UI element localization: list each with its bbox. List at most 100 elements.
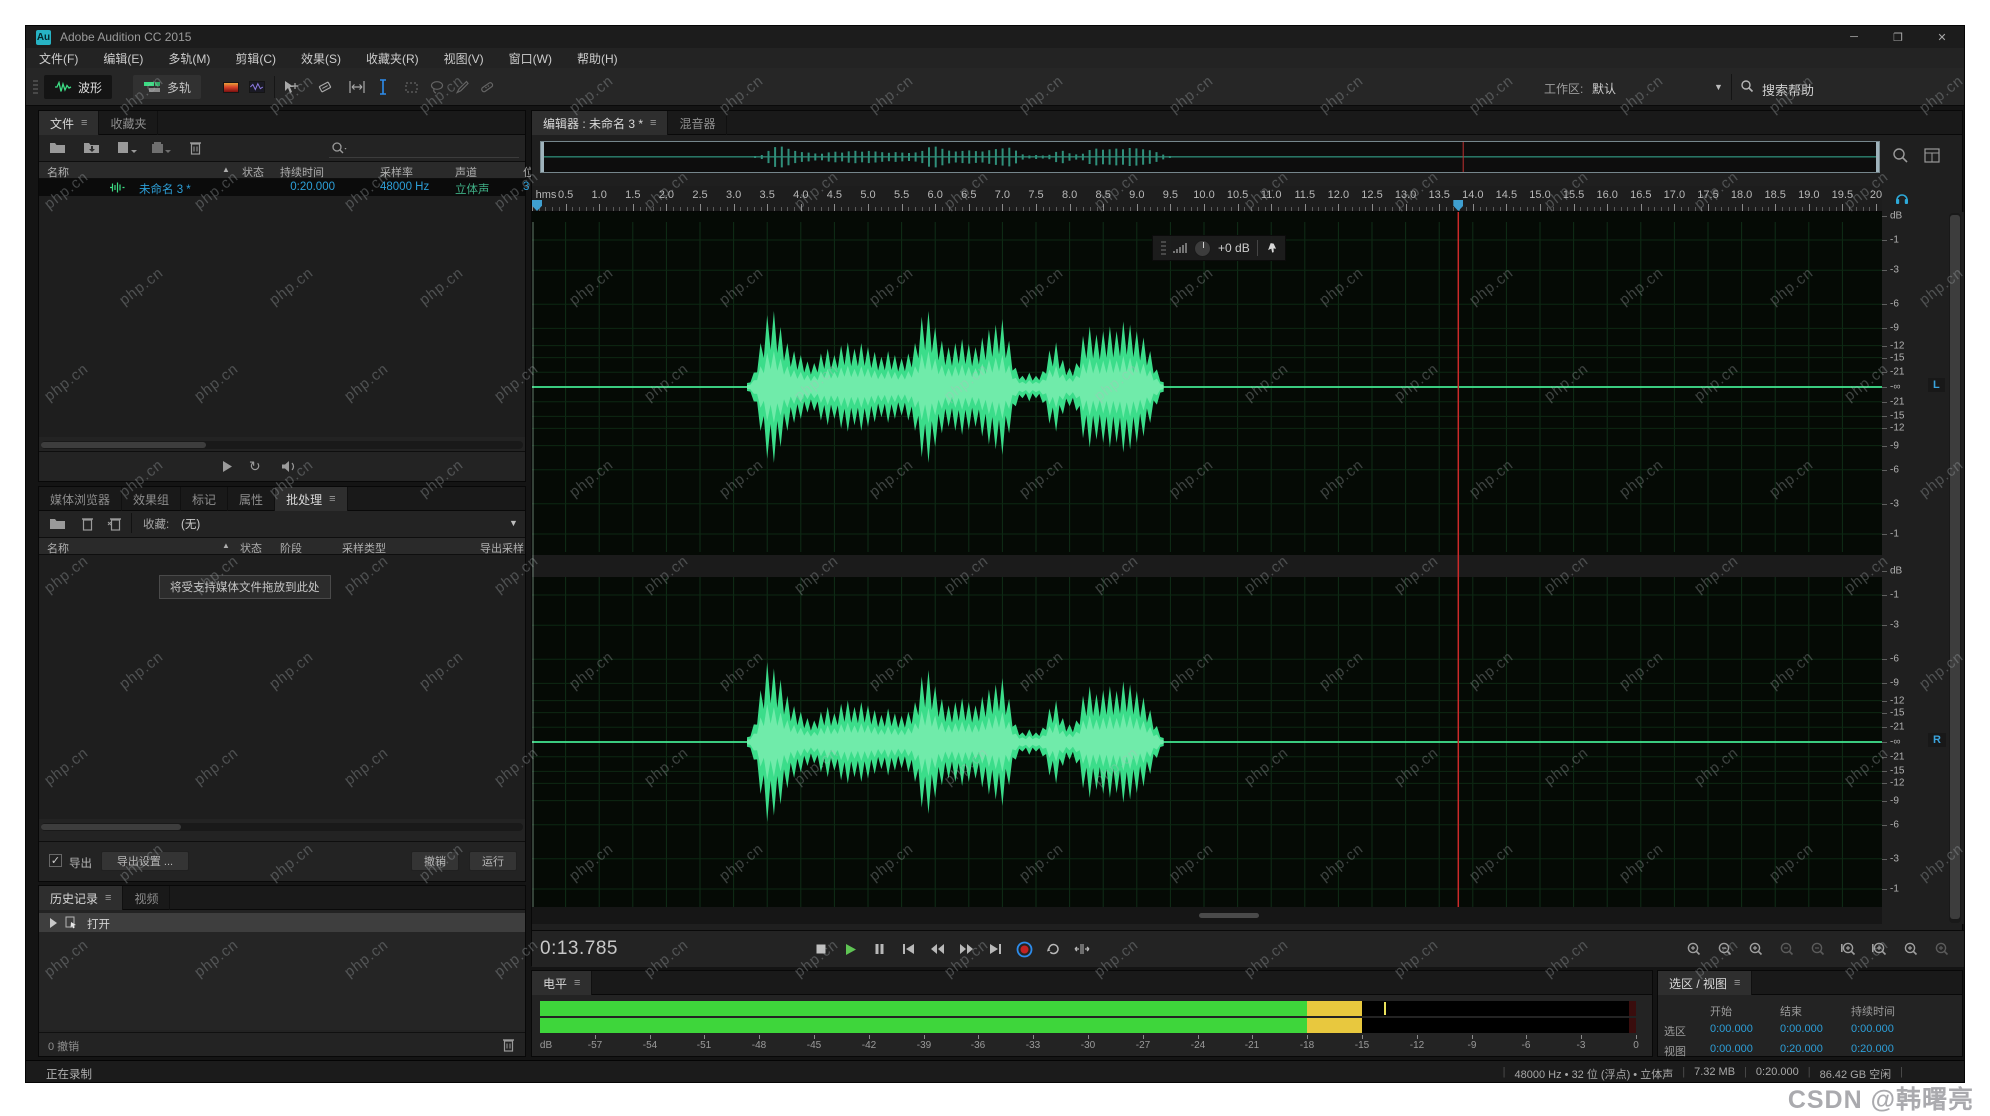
tab-video[interactable]: 视频 <box>123 886 170 910</box>
trash-icon[interactable] <box>189 140 202 155</box>
monitor-headphones-icon[interactable] <box>1894 191 1910 205</box>
menu-item-5[interactable]: 收藏夹(R) <box>366 50 419 67</box>
zoom-in-vertical[interactable] <box>1682 939 1704 959</box>
zoom-navigator-icon[interactable] <box>1892 147 1909 164</box>
tab-levels[interactable]: 电平≡ <box>532 971 592 995</box>
zoom-out-vertical[interactable] <box>1713 939 1735 959</box>
column-header-4[interactable]: 导出采样 <box>480 540 524 556</box>
razor-tool[interactable] <box>316 78 334 96</box>
loop-playback-button[interactable] <box>1042 939 1064 959</box>
file-row[interactable]: 未命名 3 * 0:20.000 48000 Hz 立体声 3 <box>39 179 525 196</box>
history-trash-icon[interactable] <box>502 1037 515 1052</box>
insert-multitrack-icon[interactable] <box>151 141 171 154</box>
favorite-dropdown-arrow[interactable]: ▼ <box>509 518 518 528</box>
column-header-0[interactable]: 名称 <box>47 164 69 180</box>
menu-item-1[interactable]: 编辑(E) <box>103 50 143 67</box>
batch-undo-button[interactable]: 撤销 <box>411 851 459 871</box>
batch-remove-icon[interactable] <box>81 516 94 531</box>
tab-markers[interactable]: 标记 <box>181 487 228 511</box>
history-entry-row[interactable]: 打开 <box>39 913 525 932</box>
overview-left-handle[interactable] <box>541 142 544 172</box>
panel-options-icon[interactable] <box>1924 148 1940 163</box>
batch-open-icon[interactable] <box>49 517 66 530</box>
column-header-3[interactable]: 采样率 <box>380 164 413 180</box>
channel-right-badge[interactable]: R <box>1928 733 1946 747</box>
open-file-icon[interactable] <box>49 141 66 154</box>
tab-editor[interactable]: 编辑器 : 未命名 3 *≡ <box>532 111 668 135</box>
menu-item-8[interactable]: 帮助(H) <box>577 50 618 67</box>
hud-pin-icon[interactable] <box>1265 242 1277 254</box>
help-search-icon[interactable] <box>1740 79 1754 93</box>
files-autoplay-icon[interactable] <box>281 460 297 473</box>
column-header-1[interactable]: 状态 <box>240 540 262 556</box>
files-hscrollbar[interactable] <box>41 441 523 449</box>
tab-effects-rack[interactable]: 效果组 <box>122 487 181 511</box>
menu-item-7[interactable]: 窗口(W) <box>509 50 552 67</box>
files-search-input[interactable] <box>329 157 519 158</box>
files-play-icon[interactable] <box>221 460 233 473</box>
column-header-0[interactable]: 名称 <box>47 540 69 556</box>
column-header-1[interactable]: 状态 <box>242 164 264 180</box>
zoom-to-selection[interactable] <box>1899 939 1921 959</box>
overview-strip[interactable] <box>540 141 1880 173</box>
channel-left-badge[interactable]: L <box>1928 378 1945 392</box>
tab-media-browser[interactable]: 媒体浏览器 <box>39 487 122 511</box>
export-settings-button[interactable]: 导出设置 ... <box>101 851 189 871</box>
batch-run-button[interactable]: 运行 <box>469 851 517 871</box>
time-selection-tool[interactable] <box>348 78 366 96</box>
maximize-button[interactable]: ❐ <box>1876 26 1920 48</box>
column-header-3[interactable]: 采样类型 <box>342 540 386 556</box>
playhead-start-caret[interactable] <box>532 200 542 211</box>
selview-panel-menu-icon[interactable]: ≡ <box>1734 977 1740 989</box>
sort-ascending-icon[interactable]: ▲ <box>222 165 230 174</box>
move-tool[interactable] <box>282 78 300 96</box>
tab-history[interactable]: 历史记录≡ <box>39 886 123 910</box>
panel-menu-icon[interactable]: ≡ <box>81 117 87 129</box>
gain-knob[interactable] <box>1194 240 1211 257</box>
playhead-caret[interactable] <box>1453 200 1463 211</box>
skip-to-start-button[interactable] <box>897 939 919 959</box>
batch-clear-all-icon[interactable] <box>107 516 123 531</box>
record-button[interactable] <box>1013 939 1035 959</box>
menu-item-0[interactable]: 文件(F) <box>39 50 78 67</box>
spectral-display-button[interactable] <box>222 78 240 96</box>
column-header-2[interactable]: 阶段 <box>280 540 302 556</box>
zoom-reset[interactable] <box>1806 939 1828 959</box>
time-display[interactable]: 0:13.785 <box>540 938 618 960</box>
editor-panel-menu-icon[interactable]: ≡ <box>650 117 656 129</box>
batch-panel-menu-icon[interactable]: ≡ <box>329 493 335 505</box>
pause-button[interactable] <box>868 939 890 959</box>
history-panel-menu-icon[interactable]: ≡ <box>105 892 111 904</box>
editor-vscrollbar[interactable] <box>1949 213 1961 923</box>
waveform-display[interactable] <box>532 212 1882 924</box>
new-content-icon[interactable] <box>117 141 137 154</box>
tab-files[interactable]: 文件≡ <box>39 111 99 135</box>
marquee-selection-tool[interactable] <box>402 78 420 96</box>
timeline-ruler[interactable]: hms0.51.01.52.02.53.03.54.04.55.05.56.06… <box>532 186 1882 212</box>
levels-panel-menu-icon[interactable]: ≡ <box>574 977 580 989</box>
skip-cursor-button[interactable] <box>1071 939 1093 959</box>
menu-item-4[interactable]: 效果(S) <box>301 50 341 67</box>
files-search-icon[interactable] <box>331 141 349 155</box>
fast-forward-button[interactable] <box>955 939 977 959</box>
tab-batch-process[interactable]: 批处理≡ <box>275 487 347 511</box>
workspace-dropdown-arrow[interactable]: ▼ <box>1714 82 1723 92</box>
batch-hscrollbar[interactable] <box>41 823 523 831</box>
sort-ascending-icon[interactable]: ▲ <box>222 541 230 550</box>
tab-properties[interactable]: 属性 <box>228 487 275 511</box>
ibeam-tool-selected[interactable] <box>374 78 392 96</box>
zoom-in-horizontal[interactable] <box>1744 939 1766 959</box>
hud-grip[interactable] <box>1161 241 1166 255</box>
menu-item-2[interactable]: 多轨(M) <box>168 50 210 67</box>
menu-item-3[interactable]: 剪辑(C) <box>235 50 276 67</box>
gain-hud[interactable]: +0 dB <box>1152 235 1286 261</box>
rewind-button[interactable] <box>926 939 948 959</box>
files-loop-icon[interactable]: ↻ <box>249 458 261 475</box>
column-header-2[interactable]: 持续时间 <box>280 164 324 180</box>
waveform-view-button[interactable]: 波形 <box>44 75 112 99</box>
menu-item-6[interactable]: 视图(V) <box>444 50 484 67</box>
close-button[interactable]: ✕ <box>1920 26 1964 48</box>
help-search-input[interactable]: 搜索帮助 <box>1762 80 1814 99</box>
workspace-value[interactable]: 默认 <box>1592 80 1616 97</box>
export-checkbox[interactable]: ✓ <box>49 854 62 867</box>
